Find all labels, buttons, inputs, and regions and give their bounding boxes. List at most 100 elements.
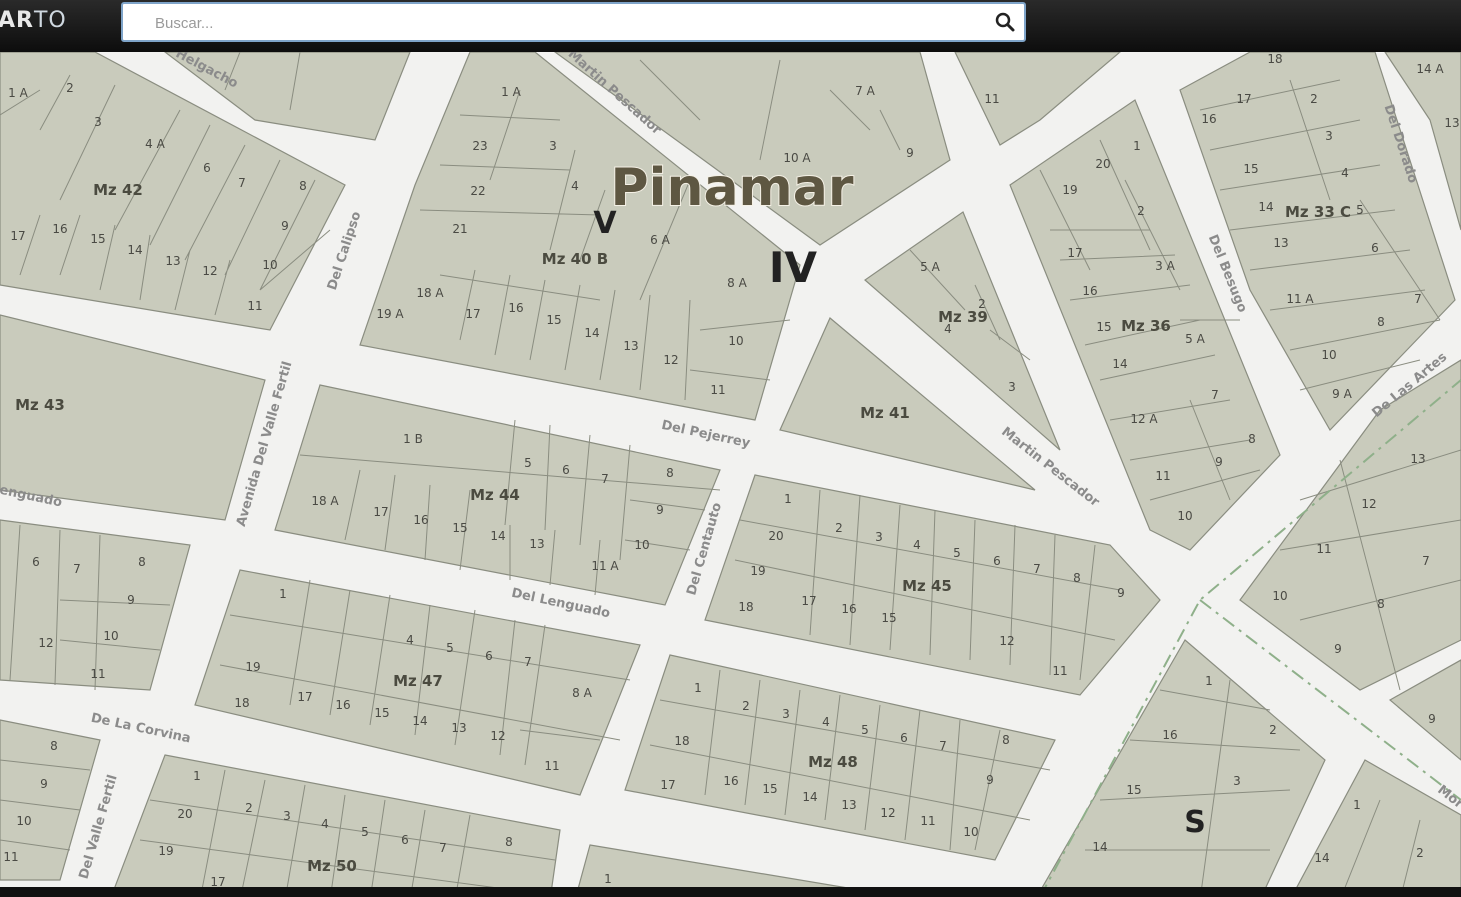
svg-text:14: 14 [1314,851,1329,865]
map-canvas[interactable]: 1 A 23 4 A67 8917 161514 1312 10 11 1 A23 3… [0,52,1461,887]
svg-text:16: 16 [335,698,350,712]
svg-text:12: 12 [38,636,53,650]
svg-text:13: 13 [451,721,466,735]
block-mz43-lower[interactable] [0,519,191,691]
svg-text:17: 17 [10,229,25,243]
svg-text:7 A: 7 A [855,84,875,98]
svg-text:19: 19 [245,660,260,674]
svg-text:13: 13 [165,254,180,268]
svg-text:9: 9 [1215,455,1223,469]
svg-text:5: 5 [361,825,369,839]
svg-text:1 B: 1 B [403,432,423,446]
svg-text:3: 3 [1325,129,1333,143]
sector-label: IV [769,243,818,292]
svg-text:13: 13 [1444,116,1459,130]
svg-text:3: 3 [94,115,102,129]
manzana-label: Mz 48 [808,753,858,771]
svg-text:14: 14 [490,529,505,543]
svg-text:1 A: 1 A [501,85,521,99]
svg-text:3: 3 [549,139,557,153]
svg-text:9: 9 [656,503,664,517]
svg-text:21: 21 [452,222,467,236]
svg-text:20: 20 [768,529,783,543]
svg-text:11 A: 11 A [1286,292,1314,306]
svg-text:12: 12 [999,634,1014,648]
svg-text:11: 11 [544,759,559,773]
manzana-label: Mz 42 [93,181,143,199]
svg-text:10: 10 [728,334,743,348]
street-label: De La Corvina [89,711,191,747]
svg-text:15: 15 [452,521,467,535]
city-label: Pinamar [611,158,854,218]
svg-text:2: 2 [835,521,843,535]
svg-text:11: 11 [920,814,935,828]
svg-text:3: 3 [1233,774,1241,788]
svg-text:4: 4 [1341,166,1349,180]
map-view[interactable]: 1 A23 4 A67 8 9 17 16 15 14 13 12 10 11 1 A 23 3… [0,52,1461,887]
svg-text:1: 1 [604,872,612,886]
svg-text:4 A: 4 A [145,137,165,151]
svg-text:14: 14 [1092,840,1107,854]
search-input[interactable] [153,10,977,36]
svg-text:10: 10 [16,814,31,828]
svg-text:17: 17 [801,594,816,608]
block-mz43[interactable] [0,314,266,521]
svg-text:4: 4 [913,538,921,552]
svg-text:6: 6 [203,161,211,175]
svg-text:7: 7 [439,841,447,855]
svg-text:9: 9 [1428,712,1436,726]
svg-text:18 A: 18 A [416,286,444,300]
manzana-label: Mz 44 [470,486,520,504]
svg-text:9: 9 [986,773,994,787]
manzana-label: Mz 33 C [1285,203,1351,221]
svg-text:4: 4 [321,817,329,831]
svg-text:14: 14 [584,326,599,340]
svg-text:4: 4 [822,715,830,729]
svg-text:6: 6 [32,555,40,569]
svg-text:7: 7 [1414,292,1422,306]
svg-text:15: 15 [1096,320,1111,334]
search-icon[interactable] [994,11,1016,33]
svg-text:16: 16 [723,774,738,788]
svg-text:6: 6 [993,554,1001,568]
svg-text:10: 10 [1177,509,1192,523]
svg-text:18 A: 18 A [311,494,339,508]
block-right-edge[interactable] [1388,659,1461,761]
svg-text:11: 11 [1316,542,1331,556]
svg-text:3: 3 [875,530,883,544]
svg-text:8: 8 [1248,432,1256,446]
svg-text:2: 2 [1137,204,1145,218]
svg-text:5: 5 [953,546,961,560]
svg-text:3: 3 [283,809,291,823]
svg-text:7: 7 [73,562,81,576]
svg-text:11: 11 [1155,469,1170,483]
svg-text:12: 12 [1361,497,1376,511]
svg-text:6: 6 [485,649,493,663]
svg-text:2: 2 [1416,846,1424,860]
svg-text:11: 11 [3,850,18,864]
block-bottom-center[interactable] [575,844,860,887]
svg-text:7: 7 [1422,554,1430,568]
svg-text:15: 15 [881,611,896,625]
svg-text:14: 14 [127,243,142,257]
svg-text:7: 7 [939,739,947,753]
svg-text:23: 23 [472,139,487,153]
svg-text:4: 4 [571,179,579,193]
svg-text:8: 8 [1002,733,1010,747]
manzana-label: Mz 45 [902,577,952,595]
svg-text:10: 10 [1272,589,1287,603]
svg-text:17: 17 [297,690,312,704]
app-logo[interactable]: ARTO [0,8,67,33]
svg-text:2: 2 [742,699,750,713]
street-label: Del Pejerrey [660,418,752,452]
svg-text:13: 13 [1410,452,1425,466]
svg-text:8: 8 [1073,571,1081,585]
search-box[interactable] [121,2,1026,42]
svg-text:18: 18 [738,600,753,614]
svg-text:19: 19 [158,844,173,858]
svg-text:17: 17 [1236,92,1251,106]
top-bar: ARTO [0,0,1461,52]
svg-text:1: 1 [193,769,201,783]
svg-text:17: 17 [465,307,480,321]
street-label: Del Calipso [325,210,365,292]
